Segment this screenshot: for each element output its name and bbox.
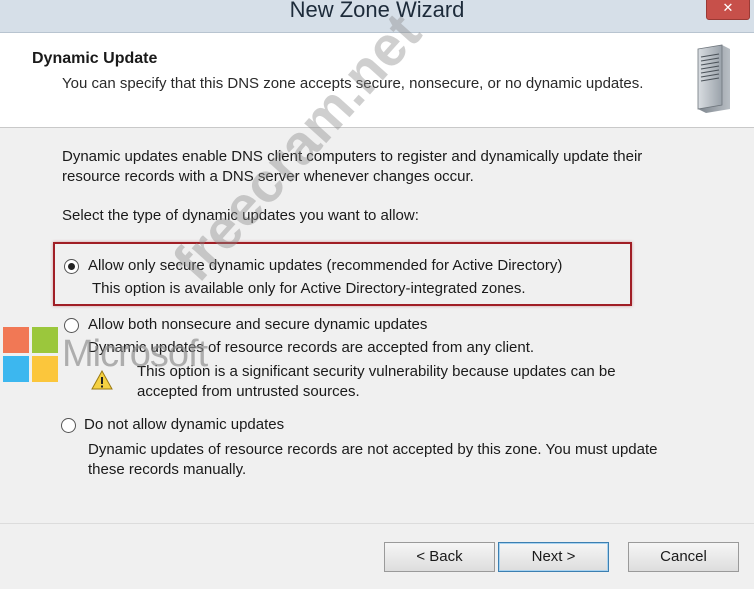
radio-no-updates[interactable] [61,418,76,433]
option-nonsecure-label[interactable]: Allow both nonsecure and secure dynamic … [88,315,427,335]
wizard-footer: < Back Next > Cancel [0,523,754,589]
page-title: Dynamic Update [32,50,158,67]
watermark-brand: Microsoft [62,333,208,375]
option-no-updates-label[interactable]: Do not allow dynamic updates [84,415,284,435]
cancel-button[interactable]: Cancel [628,542,739,572]
server-icon [697,44,730,113]
highlight-box [53,242,632,306]
warning-text-line2: accepted from untrusted sources. [137,383,360,400]
warning-text-line1: This option is a significant security vu… [137,363,616,380]
option-no-updates-description-line1: Dynamic updates of resource records are … [88,441,658,458]
close-button[interactable]: ✕ [706,0,750,20]
next-button[interactable]: Next > [498,542,609,572]
back-button[interactable]: < Back [384,542,495,572]
wizard-body: Dynamic updates enable DNS client comput… [0,128,754,523]
microsoft-logo-icon [3,327,58,382]
intro-text-line1: Dynamic updates enable DNS client comput… [62,148,643,165]
option-no-updates-description-line2: these records manually. [88,461,247,478]
radio-nonsecure-and-secure[interactable] [64,318,79,333]
close-icon: ✕ [722,0,734,15]
